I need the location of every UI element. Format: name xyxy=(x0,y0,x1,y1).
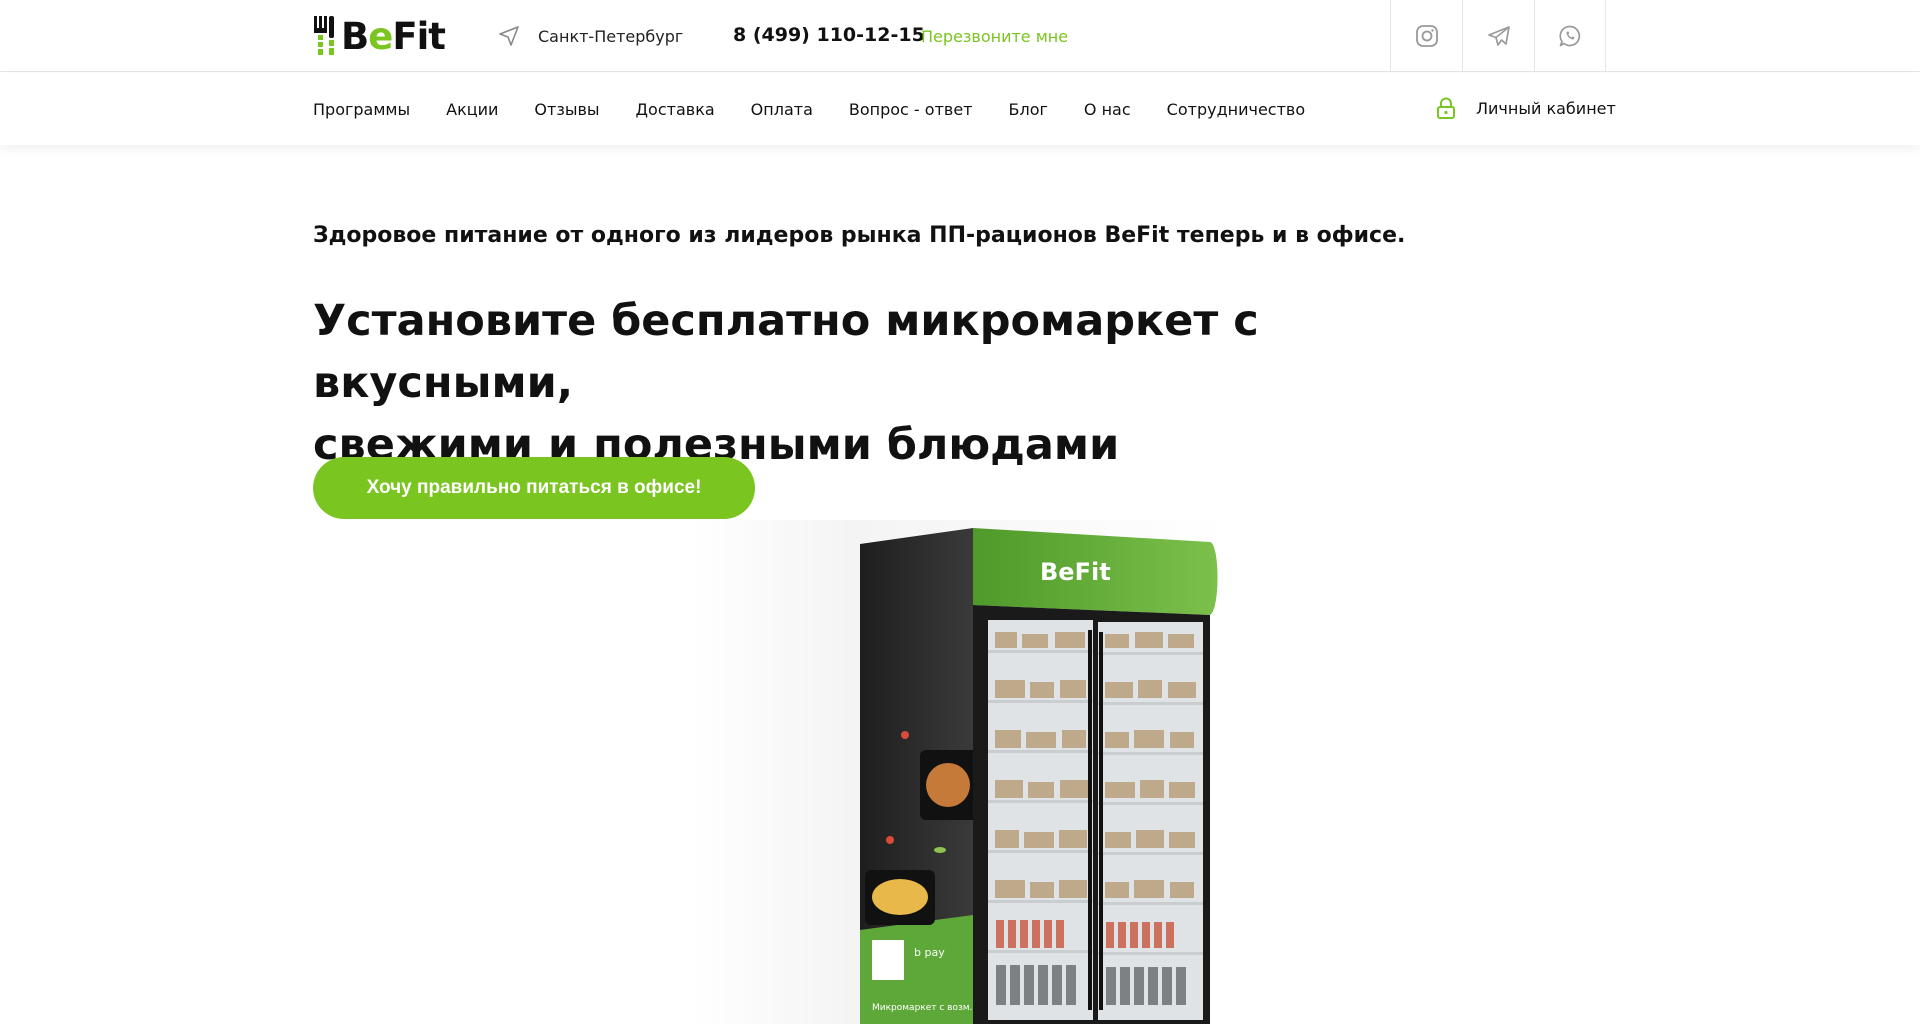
nav-item-blog[interactable]: Блог xyxy=(1009,100,1048,119)
side-panel-text: Микромаркет с возм... xyxy=(872,1003,978,1013)
fork-logo-icon xyxy=(314,16,334,55)
nav-item-faq[interactable]: Вопрос - ответ xyxy=(849,100,973,119)
city-selector[interactable]: Санкт-Петербург xyxy=(498,22,683,50)
nav-menu: Программы Акции Отзывы Доставка Оплата В… xyxy=(313,73,1341,145)
instagram-icon xyxy=(1415,25,1438,47)
city-label: Санкт-Петербург xyxy=(538,26,684,46)
qr-code xyxy=(872,940,904,980)
telegram-icon xyxy=(1487,26,1510,46)
befit-logo[interactable]: BeFit xyxy=(313,14,446,58)
top-bar: BeFit Санкт-Петербург 8 (499) 110-12-15 … xyxy=(0,0,1920,72)
nav-item-promotions[interactable]: Акции xyxy=(446,100,498,119)
nav-item-about[interactable]: О нас xyxy=(1084,100,1131,119)
main-nav: Программы Акции Отзывы Доставка Оплата В… xyxy=(0,73,1920,145)
whatsapp-link[interactable] xyxy=(1534,0,1606,72)
fridge-sign-text: BeFit xyxy=(1040,558,1111,586)
nav-item-reviews[interactable]: Отзывы xyxy=(534,100,599,119)
instagram-link[interactable] xyxy=(1390,0,1462,72)
telegram-link[interactable] xyxy=(1462,0,1534,72)
nav-item-programs[interactable]: Программы xyxy=(313,100,410,119)
phone-number[interactable]: 8 (499) 110-12-15 xyxy=(733,24,925,46)
headline-line-1: Установите бесплатно микромаркет с вкусн… xyxy=(313,296,1259,408)
hero-subtitle: Здоровое питание от одного из лидеров ры… xyxy=(313,223,1406,248)
nav-item-payment[interactable]: Оплата xyxy=(751,100,813,119)
nav-item-delivery[interactable]: Доставка xyxy=(636,100,715,119)
hero-headline: Установите бесплатно микромаркет с вкусн… xyxy=(313,290,1463,476)
pay-label: b pay xyxy=(914,946,945,959)
nav-item-partnership[interactable]: Сотрудничество xyxy=(1167,100,1305,119)
social-links xyxy=(1390,0,1606,72)
lock-icon xyxy=(1437,97,1455,119)
micromarket-fridge-image: b pay Микромаркет с возм... BeFit xyxy=(690,520,1230,1024)
logo-wordmark: BeFit xyxy=(341,14,446,58)
account-label: Личный кабинет xyxy=(1476,98,1616,118)
office-food-button[interactable]: Хочу правильно питаться в офисе! xyxy=(313,457,755,519)
location-arrow-icon xyxy=(499,26,519,46)
callback-link[interactable]: Перезвоните мне xyxy=(921,27,1068,46)
whatsapp-icon xyxy=(1559,25,1581,47)
account-link[interactable]: Личный кабинет xyxy=(1436,97,1616,119)
